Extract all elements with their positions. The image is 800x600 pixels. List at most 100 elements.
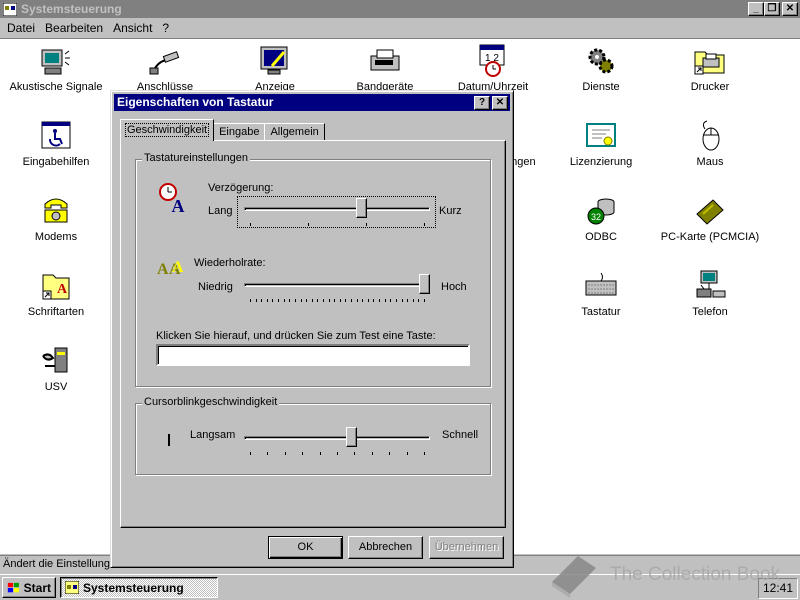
tick-mark <box>302 452 303 455</box>
cp-item-pc-karte[interactable]: PC-Karte (PCMCIA) <box>655 194 765 243</box>
blink-slider-thumb[interactable] <box>346 427 357 447</box>
tick-mark <box>250 223 251 226</box>
cp-item-lizenzierung[interactable]: Lizenzierung <box>546 119 656 168</box>
dialog-close-button[interactable]: ✕ <box>492 96 508 110</box>
start-button[interactable]: Start <box>2 577 56 598</box>
tick-mark <box>267 452 268 455</box>
repeat-track[interactable] <box>244 283 430 287</box>
svg-text:A: A <box>157 261 169 278</box>
taskbar-item-systemsteuerung[interactable]: Systemsteuerung <box>60 577 218 598</box>
tick-mark <box>354 452 355 455</box>
svg-text:32: 32 <box>591 212 601 222</box>
tick-mark <box>306 299 307 302</box>
window-title-bar[interactable]: Systemsteuerung _ ❐ ✕ <box>0 0 800 18</box>
tick-mark <box>351 299 352 302</box>
blink-track[interactable] <box>244 436 430 440</box>
group-keyboard-settings: Tastatureinstellungen A Verzögerung: Lan… <box>135 152 491 387</box>
cp-item-anzeige[interactable]: Anzeige <box>220 44 330 93</box>
tick-mark <box>272 299 273 302</box>
gears-icon <box>588 48 614 74</box>
cp-item-maus[interactable]: Maus <box>655 119 765 168</box>
cp-item-telefon[interactable]: Telefon <box>655 269 765 318</box>
ups-icon <box>42 347 68 373</box>
tick-mark <box>379 299 380 302</box>
cp-item-datum-uhrzeit[interactable]: 1 2 Datum/Uhrzeit <box>438 44 548 93</box>
tick-mark <box>389 452 390 455</box>
tick-mark <box>301 299 302 302</box>
menu-bar: Datei Bearbeiten Ansicht ? <box>0 19 800 37</box>
tab-eingabe[interactable]: Eingabe <box>213 123 266 141</box>
dialog-title-bar[interactable]: Eigenschaften von Tastatur ? ✕ <box>114 94 510 111</box>
control-panel-icon <box>3 2 17 16</box>
group-keyboard-label: Tastatureinstellungen <box>142 152 250 164</box>
menu-ansicht[interactable]: Ansicht <box>108 21 157 35</box>
dialog-title: Eigenschaften von Tastatur <box>117 95 274 109</box>
cp-item-drucker[interactable]: Drucker <box>655 44 765 93</box>
delay-ticks <box>250 223 425 227</box>
close-button[interactable]: ✕ <box>782 2 798 16</box>
tab-allgemein[interactable]: Allgemein <box>264 123 325 141</box>
minimize-button[interactable]: _ <box>748 2 764 16</box>
tick-mark <box>289 299 290 302</box>
tick-mark <box>385 299 386 302</box>
delay-slider-thumb[interactable] <box>356 198 367 218</box>
watermark: The Collection Book <box>548 550 800 600</box>
tab-geschwindigkeit[interactable]: Geschwindigkeit <box>120 119 215 141</box>
menu-help[interactable]: ? <box>157 21 174 35</box>
printer-folder-icon <box>694 51 725 75</box>
control-panel-icon <box>65 581 79 594</box>
test-input[interactable] <box>156 344 470 366</box>
tick-mark <box>295 299 296 302</box>
repeat-min-label: Niedrig <box>198 281 233 293</box>
tick-mark <box>323 299 324 302</box>
dialog-tabs: Geschwindigkeit Eingabe Allgemein <box>120 119 325 141</box>
delay-label: Verzögerung: <box>208 182 274 194</box>
accessibility-icon <box>41 121 71 149</box>
cancel-button[interactable]: Abbrechen <box>348 536 423 559</box>
tick-mark <box>418 299 419 302</box>
tick-mark <box>320 452 321 455</box>
svg-text:A: A <box>57 282 68 297</box>
tick-mark <box>424 223 425 226</box>
cp-item-bandgeraete[interactable]: Bandgeräte <box>330 44 440 93</box>
windows-logo-icon <box>7 582 19 592</box>
tick-mark <box>312 299 313 302</box>
delay-max-label: Kurz <box>439 205 462 217</box>
speaker-icon <box>41 49 70 75</box>
restore-button[interactable]: ❐ <box>764 2 780 16</box>
ok-button[interactable]: OK <box>268 536 343 559</box>
cp-item-akustische-signale[interactable]: Akustische Signale <box>1 44 111 93</box>
delay-min-label: Lang <box>208 205 233 217</box>
tick-mark <box>373 299 374 302</box>
book-icon <box>552 556 596 598</box>
tick-mark <box>337 452 338 455</box>
cp-item-modems[interactable]: Modems <box>1 194 111 243</box>
cp-item-odbc[interactable]: 32 ODBC <box>546 194 656 243</box>
delay-track[interactable] <box>244 207 430 211</box>
status-text: Ändert die Einstellunge <box>3 558 117 570</box>
delay-icon: A <box>159 183 185 214</box>
apply-button[interactable]: Übernehmen <box>429 536 504 559</box>
help-button[interactable]: ? <box>474 96 490 110</box>
tick-mark <box>402 299 403 302</box>
tick-mark <box>368 299 369 302</box>
repeat-slider-thumb[interactable] <box>419 274 430 294</box>
tick-mark <box>372 452 373 455</box>
svg-text:A: A <box>172 259 184 276</box>
menu-bearbeiten[interactable]: Bearbeiten <box>40 21 108 35</box>
cp-item-eingabehilfen[interactable]: Eingabehilfen <box>1 119 111 168</box>
menu-datei[interactable]: Datei <box>2 21 40 35</box>
repeat-ticks <box>250 299 425 303</box>
tick-mark <box>267 299 268 302</box>
cp-item-anschluesse[interactable]: Anschlüsse <box>110 44 220 93</box>
tick-mark <box>424 452 425 455</box>
cp-item-dienste[interactable]: Dienste <box>546 44 656 93</box>
cp-item-usv[interactable]: USV <box>1 344 111 393</box>
tick-mark <box>308 223 309 226</box>
tick-mark <box>317 299 318 302</box>
cp-item-schriftarten[interactable]: A Schriftarten <box>1 269 111 318</box>
tick-mark <box>407 299 408 302</box>
blink-min-label: Langsam <box>190 429 236 441</box>
cp-item-tastatur[interactable]: Tastatur <box>546 269 656 318</box>
tick-mark <box>357 299 358 302</box>
